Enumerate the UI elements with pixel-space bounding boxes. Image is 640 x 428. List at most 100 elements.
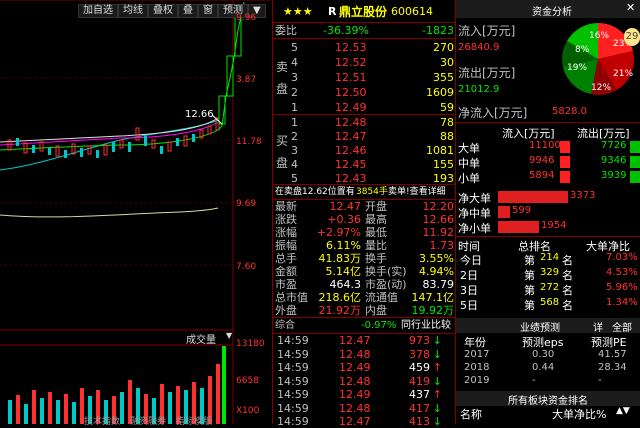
flow-row: 大单 11100 7726	[456, 140, 640, 155]
arrow-down-icon: ↓	[432, 401, 442, 415]
flow-in-bar	[560, 156, 570, 168]
level-number: 4	[291, 56, 298, 69]
tick-volume: 459	[409, 361, 430, 374]
quote-value: 6.11%	[326, 239, 361, 252]
chevron-down-icon[interactable]: ▼	[226, 331, 232, 340]
sell-level-row[interactable]: 3 12.51 355	[273, 70, 456, 86]
quote-value: 12.20	[422, 200, 455, 213]
quote-row: 总手 41.83万 换手 3.55%	[273, 252, 456, 265]
flow-in-value: 11100	[529, 140, 561, 151]
quote-row: 总市值 218.6亿 流通值 147.1亿	[273, 291, 456, 304]
level-number: 1	[291, 101, 298, 114]
level-price: 12.50	[335, 86, 367, 99]
level-volume: 1609	[426, 86, 454, 99]
rank-suffix: 名	[562, 254, 573, 267]
tick-price: 12.49	[339, 388, 371, 401]
net-flow-value: 1954	[541, 220, 567, 231]
toolbar-add-favorite[interactable]: 加自选	[78, 4, 118, 18]
toolbar-ma[interactable]: 均线	[118, 4, 148, 18]
rating-stars: ★★★	[283, 5, 313, 18]
sector-columns: 名称 大单净比% ▲▼	[460, 406, 630, 421]
toolbar-window[interactable]: 窗	[198, 4, 218, 18]
peer-compare-link[interactable]: 同行业比较	[401, 318, 451, 334]
flow-row-name: 小单	[458, 172, 480, 185]
composite-row: 综合 -0.97% 同行业比较	[273, 318, 456, 334]
kline-chart-panel[interactable]: 加自选 均线 叠权 叠 窗 预测 ▼ 9.96 3.87 11.78 9.69 …	[0, 0, 270, 427]
quote-value: 4.94%	[419, 265, 454, 278]
order-book-panel: ★★★ R 鼎立股份 600614 委比 -36.39% -1823 卖 盘 买…	[272, 0, 456, 428]
quote-label: 市盈(动)	[365, 278, 407, 291]
sort-icon[interactable]: ▲▼	[616, 406, 630, 416]
net-flow-row: 净小单 1954	[456, 220, 640, 235]
arrow-down-icon: ↓	[432, 374, 442, 388]
tick-row: 14:59 12.49 437 ↑	[273, 388, 456, 401]
rank-value: 272	[540, 282, 560, 293]
last-price-marker: 12.66	[185, 109, 214, 120]
tick-time: 14:59	[277, 347, 309, 361]
quote-value: 19.92万	[411, 304, 455, 317]
forecast-eps: 0.44	[532, 362, 555, 373]
flow-in-value: 5894	[529, 170, 555, 181]
quote-value: 5.14亿	[325, 265, 362, 278]
volume-bars	[8, 346, 226, 424]
flow-row: 小单 5894 3939	[456, 170, 640, 185]
y-axis-label: 9.96	[236, 13, 257, 23]
level-price: 12.52	[335, 56, 367, 69]
rank-value: 214	[540, 252, 560, 263]
rank-prefix: 第	[524, 284, 535, 297]
volume-header[interactable]: 成交量	[186, 331, 216, 346]
sell-level-row[interactable]: 4 12.52 30	[273, 55, 456, 71]
tick-volume: 378	[409, 347, 430, 361]
arrow-down-icon: ↓	[432, 347, 442, 361]
toolbar-overlay[interactable]: 叠	[178, 4, 198, 18]
forecast-pe: -	[598, 375, 602, 386]
rank-prefix: 第	[524, 299, 535, 312]
sell-level-row[interactable]: 2 12.50 1609	[273, 85, 456, 101]
weibi-pct: -36.39%	[323, 24, 369, 37]
arrow-up-icon: ↑	[432, 388, 442, 401]
volume-label: X100	[236, 406, 260, 416]
stock-title: ★★★ R 鼎立股份 600614	[273, 4, 456, 20]
pie-label: 19%	[567, 63, 587, 73]
forecast-all-tab[interactable]: 全部	[612, 319, 632, 334]
tab-margin[interactable]: 融资融券	[130, 414, 166, 427]
tab-template[interactable]: 指标模版	[176, 414, 212, 427]
net-flow-bar	[498, 221, 539, 233]
pie-badge[interactable]: 29	[624, 28, 640, 46]
buy-level-row[interactable]: 5 12.43 193	[273, 171, 456, 187]
tick-row: 14:59 12.48 378 ↓	[273, 348, 456, 361]
tick-price: 12.47	[339, 415, 371, 428]
sell-level-row[interactable]: 1 12.49 59	[273, 100, 456, 116]
flow-out-value: 9346	[601, 155, 627, 166]
rank-row: 今日 第 214 名 7.03%	[456, 252, 640, 267]
tick-row: 14:59 12.47 413 ↓	[273, 415, 456, 428]
stock-name: 鼎立股份	[339, 5, 388, 19]
arrow-down-icon: ↓	[432, 415, 442, 428]
forecast-detail-tab[interactable]: 详	[593, 319, 603, 334]
tick-row: 14:59 12.48 417 ↓	[273, 402, 456, 415]
tick-price: 12.48	[339, 401, 371, 415]
big-order-notice[interactable]: 在卖盘12.62位置有 3854手 卖单!查看详细	[273, 185, 456, 199]
quote-value: 218.6亿	[318, 291, 362, 304]
quote-value: 83.79	[422, 278, 455, 291]
quote-value: 1.73	[429, 239, 455, 252]
quote-label: 市盈	[275, 278, 297, 291]
forecast-eps: 0.30	[532, 349, 555, 360]
tick-price: 12.47	[339, 334, 371, 347]
quote-value: +0.36	[327, 213, 361, 226]
level-volume: 30	[440, 56, 454, 69]
flow-out-bar	[630, 171, 640, 183]
toolbar-fq[interactable]: 叠权	[148, 4, 178, 18]
quote-value: +2.97%	[316, 226, 361, 239]
tab-indicator[interactable]: 技术指数	[84, 414, 120, 427]
forecast-year: 2017	[464, 349, 490, 360]
level-price: 12.53	[335, 41, 367, 54]
close-icon[interactable]: ✕	[626, 1, 635, 14]
flow-out-bar	[630, 156, 640, 168]
sell-level-row[interactable]: 5 12.53 270	[273, 40, 456, 56]
fund-analysis-panel: 资金分析 ✕ 流入[万元] 26840.9 流出[万元] 21012.9 净流入…	[455, 0, 640, 424]
level-number: 3	[291, 71, 298, 84]
rank-period: 3日	[460, 284, 478, 297]
quote-value: 12.66	[422, 213, 455, 226]
rank-period: 2日	[460, 269, 478, 282]
